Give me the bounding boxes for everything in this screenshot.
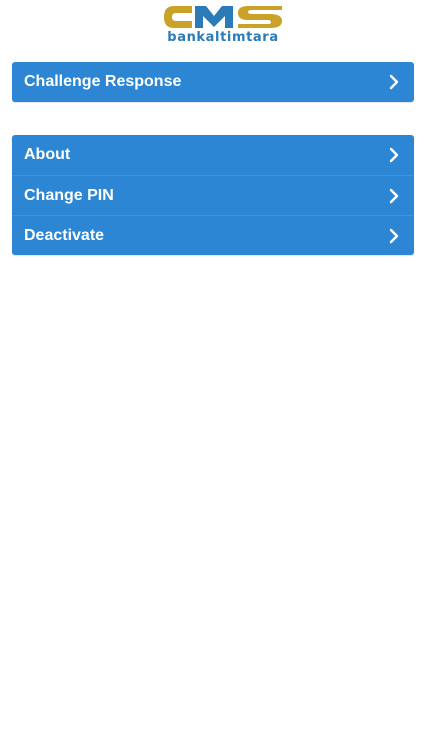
- menu-item-label: About: [24, 146, 71, 163]
- menu-item-label: Deactivate: [24, 227, 105, 244]
- menu-item-label: Change PIN: [24, 187, 114, 204]
- app-header: bankaltimtara: [0, 0, 422, 50]
- menu-group-primary: Challenge Response: [12, 62, 414, 102]
- bank-logo: bankaltimtara: [162, 2, 284, 46]
- menu-item-deactivate[interactable]: Deactivate: [12, 215, 414, 255]
- logo-subtitle: bankaltimtara: [167, 30, 279, 45]
- menu-item-about[interactable]: About: [12, 135, 414, 175]
- chevron-right-icon: [389, 188, 399, 204]
- menu-group-settings: About Change PIN Deactivate: [12, 135, 414, 255]
- chevron-right-icon: [389, 228, 399, 244]
- chevron-right-icon: [389, 147, 399, 163]
- menu-item-challenge-response[interactable]: Challenge Response: [12, 62, 414, 102]
- menu-item-change-pin[interactable]: Change PIN: [12, 175, 414, 215]
- menu-item-label: Challenge Response: [24, 73, 182, 90]
- chevron-right-icon: [389, 74, 399, 90]
- cms-logo-mark: [164, 6, 282, 28]
